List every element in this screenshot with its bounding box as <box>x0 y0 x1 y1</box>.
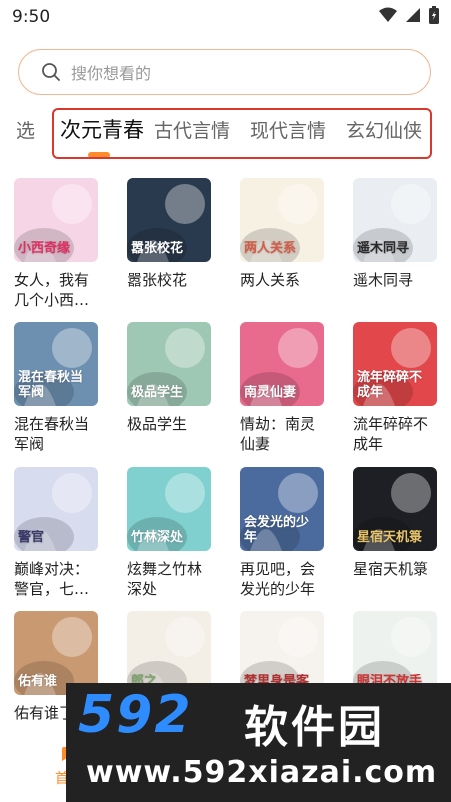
book-title[interactable]: 女人，我有几个小西… <box>14 270 102 310</box>
book-card[interactable]: 极品学生 极品学生 <box>127 322 211 434</box>
book-title[interactable]: 遥木同寻 <box>353 270 441 290</box>
book-cover-text: 流年碎碎不成年 <box>357 370 423 400</box>
book-card[interactable]: 小西奇缘 女人，我有几个小西… <box>14 178 98 310</box>
book-title[interactable]: 再见吧，会发光的少年 <box>240 559 328 599</box>
tabs-highlight-box <box>52 108 432 159</box>
book-title[interactable]: 混在春秋当军阀 <box>14 414 102 454</box>
book-card[interactable]: 警官 巅峰对决：警官，七… <box>14 467 98 599</box>
book-cover-image[interactable]: 竹林深处 <box>127 467 211 551</box>
watermark-logo: 592 <box>78 685 193 745</box>
book-card[interactable]: 南灵仙妻 情劫：南灵仙妻 <box>240 322 324 454</box>
watermark-name: 软件园 <box>244 702 385 753</box>
wifi-icon <box>379 7 397 22</box>
book-cover-image[interactable]: 星宿天机箓 <box>353 467 437 551</box>
book-cover-text: 遥木同寻 <box>357 241 410 256</box>
search-bar[interactable] <box>18 49 431 95</box>
book-cover-text: 南灵仙妻 <box>244 385 297 400</box>
book-cover-image[interactable]: 小西奇缘 <box>14 178 98 262</box>
book-cover-text: 小西奇缘 <box>18 241 71 256</box>
book-card[interactable]: 竹林深处 炫舞之竹林深处 <box>127 467 211 599</box>
watermark-url: www.592xiazai.com <box>86 755 438 790</box>
book-card[interactable]: 流年碎碎不成年 流年碎碎不成年 <box>353 322 437 454</box>
book-cover-text: 极品学生 <box>131 385 184 400</box>
search-icon <box>42 63 60 81</box>
book-card[interactable]: 遥木同寻 遥木同寻 <box>353 178 437 290</box>
book-cover-text: 会发光的少年 <box>244 515 310 545</box>
book-cover-text: 混在春秋当军阀 <box>18 370 84 400</box>
book-cover-image[interactable]: 南灵仙妻 <box>240 322 324 406</box>
search-input[interactable] <box>69 59 393 87</box>
book-title[interactable]: 巅峰对决：警官，七… <box>14 559 102 599</box>
book-title[interactable]: 极品学生 <box>127 414 215 434</box>
book-cover-text: 警官 <box>18 530 45 545</box>
book-title[interactable]: 炫舞之竹林深处 <box>127 559 215 599</box>
book-cover-image[interactable]: 嚣张校花 <box>127 178 211 262</box>
book-cover-image[interactable]: 流年碎碎不成年 <box>353 322 437 406</box>
book-cover-image[interactable]: 会发光的少年 <box>240 467 324 551</box>
book-cover-image[interactable]: 极品学生 <box>127 322 211 406</box>
book-cover-text: 两人关系 <box>244 241 297 256</box>
book-card[interactable]: 两人关系 两人关系 <box>240 178 324 290</box>
book-title[interactable]: 流年碎碎不成年 <box>353 414 441 454</box>
status-time: 9:50 <box>12 7 51 27</box>
book-cover-image[interactable]: 警官 <box>14 467 98 551</box>
book-card[interactable]: 混在春秋当军阀 混在春秋当军阀 <box>14 322 98 454</box>
book-card[interactable]: 嚣张校花 嚣张校花 <box>127 178 211 290</box>
book-title[interactable]: 嚣张校花 <box>127 270 215 290</box>
book-cover-image[interactable]: 两人关系 <box>240 178 324 262</box>
book-title[interactable]: 星宿天机箓 <box>353 559 441 579</box>
battery-icon <box>429 6 439 24</box>
tab-recommend[interactable]: 选 <box>16 116 35 143</box>
book-cover-image[interactable]: 混在春秋当军阀 <box>14 322 98 406</box>
book-title[interactable]: 情劫：南灵仙妻 <box>240 414 328 454</box>
book-card[interactable]: 会发光的少年 再见吧，会发光的少年 <box>240 467 324 599</box>
book-cover-image[interactable]: 遥木同寻 <box>353 178 437 262</box>
book-cover-text: 竹林深处 <box>131 530 184 545</box>
book-card[interactable]: 星宿天机箓 星宿天机箓 <box>353 467 437 579</box>
book-title[interactable]: 两人关系 <box>240 270 328 290</box>
book-cover-text: 星宿天机箓 <box>357 530 423 545</box>
status-icons <box>379 6 439 24</box>
watermark-banner: 592 软件园 www.592xiazai.com <box>66 683 451 802</box>
status-bar: 9:50 <box>0 0 451 32</box>
signal-icon <box>406 8 420 22</box>
book-cover-text: 嚣张校花 <box>131 241 184 256</box>
